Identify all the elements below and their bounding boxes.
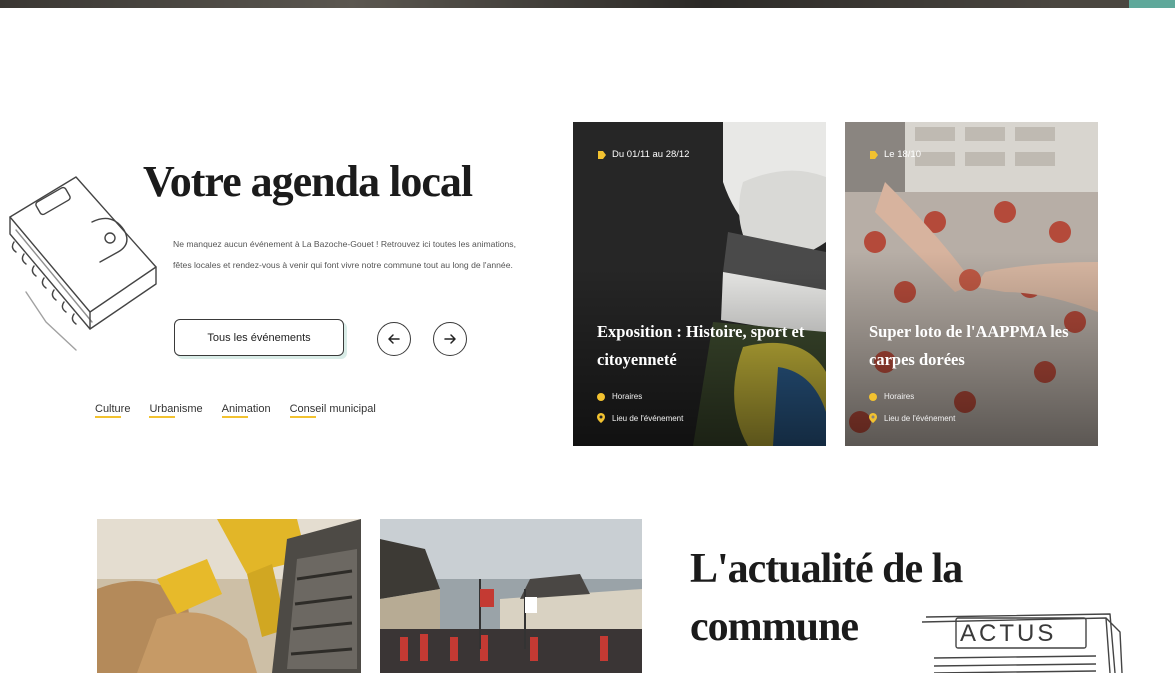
- clock-icon: [869, 392, 877, 401]
- agenda-description: Ne manquez aucun événement à La Bazoche-…: [173, 239, 516, 270]
- location-pin-icon: [869, 413, 877, 423]
- agenda-title: Votre agenda local: [143, 157, 473, 206]
- agenda-category-tags: Culture Urbanisme Animation Conseil muni…: [95, 403, 376, 418]
- ceremony-image: [380, 519, 642, 673]
- news-photo-ceremony[interactable]: [380, 519, 642, 673]
- event-place: Lieu de l'événement: [597, 413, 683, 423]
- event-date: Du 01/11 au 28/12: [597, 149, 689, 160]
- next-event-button[interactable]: [433, 322, 467, 356]
- tag-culture[interactable]: Culture: [95, 403, 131, 418]
- all-events-button[interactable]: Tous les événements: [174, 319, 344, 356]
- tag-animation[interactable]: Animation: [221, 403, 271, 418]
- event-hours: Horaires: [597, 392, 642, 401]
- event-card[interactable]: Du 01/11 au 28/12 Exposition : Histoire,…: [573, 122, 826, 446]
- notebook-illustration: [9, 176, 157, 351]
- event-hours: Horaires: [869, 392, 914, 401]
- hero-accent-block: [1129, 0, 1175, 8]
- clock-icon: [597, 392, 605, 401]
- tag-icon: [870, 150, 878, 159]
- event-place: Lieu de l'événement: [869, 413, 955, 423]
- excavator-image: [97, 519, 361, 673]
- event-date-text: Du 01/11 au 28/12: [612, 149, 690, 160]
- tag-icon: [598, 150, 606, 159]
- tag-urbanisme[interactable]: Urbanisme: [149, 403, 203, 418]
- event-card[interactable]: Le 18/10 Super loto de l'AAPPMA les carp…: [845, 122, 1098, 446]
- actus-label: ACTUS: [960, 620, 1057, 647]
- previous-event-button[interactable]: [377, 322, 411, 356]
- event-place-text: Lieu de l'événement: [612, 413, 684, 423]
- event-date-text: Le 18/10: [884, 149, 921, 160]
- arrow-left-icon: [388, 334, 400, 344]
- hero-image-bottom-edge: [0, 0, 1175, 8]
- event-date: Le 18/10: [869, 149, 921, 160]
- event-place-text: Lieu de l'événement: [884, 413, 956, 423]
- location-pin-icon: [597, 413, 605, 423]
- event-hours-text: Horaires: [884, 392, 915, 401]
- event-title: Exposition : Histoire, sport et citoyenn…: [597, 322, 805, 369]
- tag-conseil-municipal[interactable]: Conseil municipal: [289, 403, 376, 418]
- event-title: Super loto de l'AAPPMA les carpes dorées: [869, 322, 1069, 369]
- news-photo-excavator[interactable]: [97, 519, 361, 673]
- arrow-right-icon: [444, 334, 456, 344]
- event-hours-text: Horaires: [612, 392, 643, 401]
